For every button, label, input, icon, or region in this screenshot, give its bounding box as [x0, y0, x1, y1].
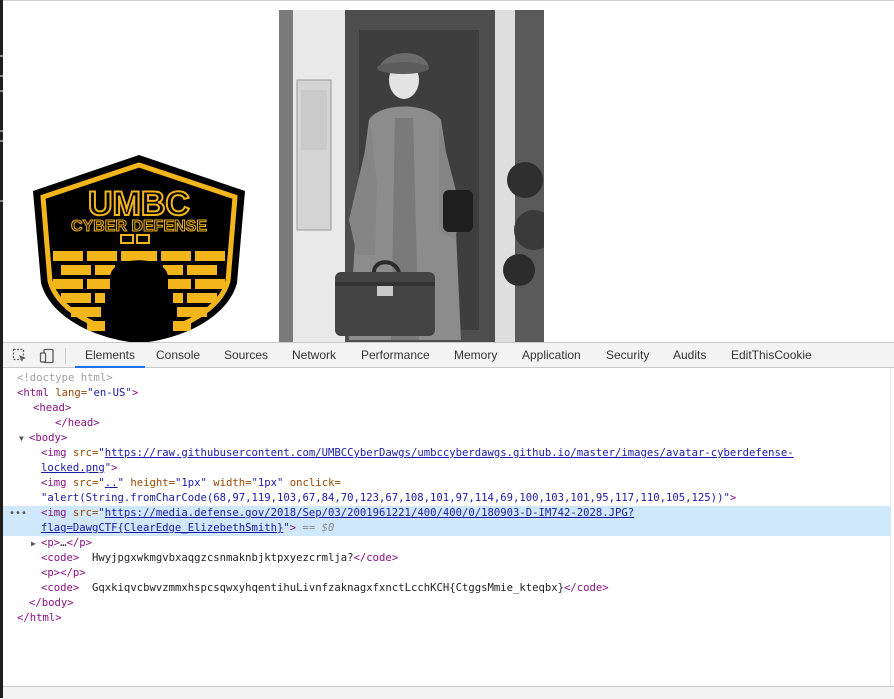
devtools-bottom-bar	[3, 686, 894, 699]
portrait-photo	[279, 10, 544, 343]
more-options-icon[interactable]: •••	[9, 506, 27, 521]
tab-memory[interactable]: Memory	[454, 343, 497, 368]
tab-security[interactable]: Security	[606, 343, 649, 368]
tab-elements[interactable]: Elements	[75, 343, 145, 368]
tab-audits[interactable]: Audits	[673, 343, 706, 368]
tab-performance[interactable]: Performance	[361, 343, 430, 368]
dom-node-img-logo-cont[interactable]: locked.png">	[3, 461, 894, 476]
umbc-cyber-defense-logo: UMBC CYBER DEFENSE	[33, 155, 245, 343]
dom-node-body-close[interactable]: </body>	[3, 596, 894, 611]
device-toolbar-icon[interactable]	[39, 348, 55, 364]
tab-console[interactable]: Console	[156, 343, 200, 368]
tab-application[interactable]: Application	[522, 343, 581, 368]
tab-network[interactable]: Network	[292, 343, 336, 368]
dom-node-head-close[interactable]: </head>	[3, 416, 894, 431]
dom-node-p-empty[interactable]: <p></p>	[3, 566, 894, 581]
tab-editthiscookie[interactable]: EditThisCookie	[731, 343, 812, 368]
toolbar-separator	[65, 348, 66, 364]
dom-node-img-onclick[interactable]: <img src=".." height="1px" width="1px" o…	[3, 476, 894, 491]
dom-node-p-collapsed[interactable]: ▶ <p>…</p>	[3, 536, 894, 551]
dom-node-code-2[interactable]: <code> GqxkiqvcbwvzmmxhspcsqwxyhqentihuL…	[3, 581, 894, 596]
collapsed-triangle-icon[interactable]: ▶	[31, 536, 41, 551]
dom-node-img-logo[interactable]: <img src="https://raw.githubusercontent.…	[3, 446, 894, 461]
expand-triangle-icon[interactable]: ▼	[19, 431, 29, 446]
dom-node-img-photo-selected[interactable]: ••• <img src="https://media.defense.gov/2…	[3, 506, 894, 521]
tab-sources[interactable]: Sources	[224, 343, 268, 368]
dom-node-html-close[interactable]: </html>	[3, 611, 894, 626]
devtools-toolbar: Elements Console Sources Network Perform…	[3, 342, 894, 368]
dom-node-img-onclick-cont[interactable]: "alert(String.fromCharCode(68,97,119,103…	[3, 491, 894, 506]
page-viewport: UMBC CYBER DEFENSE	[0, 0, 894, 343]
dom-node-head[interactable]: <head>	[3, 401, 894, 416]
inspect-element-icon[interactable]	[12, 348, 28, 364]
dom-node-body[interactable]: ▼ <body>	[3, 431, 894, 446]
dom-node-html[interactable]: <html lang="en-US">	[3, 386, 894, 401]
dom-node-img-photo-cont[interactable]: flag=DawgCTF{ClearEdge_ElizebethSmith}">…	[3, 521, 894, 536]
elements-dom-tree: <!doctype html> <html lang="en-US"> <hea…	[3, 368, 894, 678]
logo-subtitle: CYBER DEFENSE	[71, 218, 207, 235]
styles-pane-edge	[890, 368, 894, 698]
dom-node-doctype[interactable]: <!doctype html>	[3, 371, 894, 386]
devtools-panel: Elements Console Sources Network Perform…	[3, 342, 894, 698]
dom-node-code-1[interactable]: <code> Hwyjpgxwkmgvbxaqgzcsnmaknbjktpxye…	[3, 551, 894, 566]
